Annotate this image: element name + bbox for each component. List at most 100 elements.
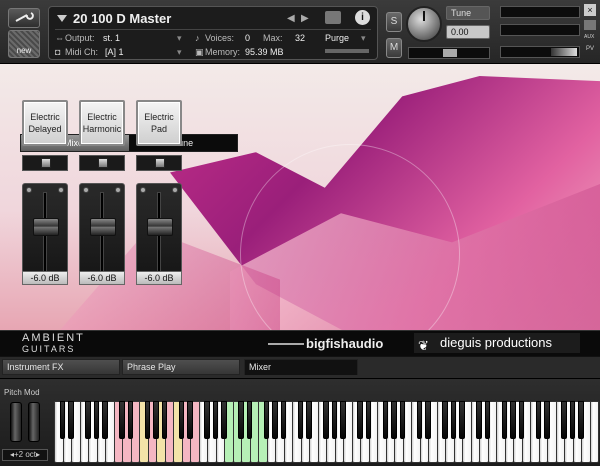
black-key[interactable] <box>518 401 525 439</box>
black-key[interactable] <box>476 401 482 439</box>
black-key[interactable] <box>212 401 219 439</box>
black-key[interactable] <box>399 401 406 439</box>
black-key[interactable] <box>178 401 185 439</box>
black-key[interactable] <box>340 401 346 439</box>
black-key[interactable] <box>569 401 576 439</box>
pitch-wheel[interactable] <box>10 402 22 442</box>
black-key[interactable] <box>331 401 338 439</box>
piano-keyboard[interactable] <box>54 401 599 463</box>
black-key[interactable] <box>204 401 210 439</box>
fader-electric-harmonic[interactable] <box>79 183 125 285</box>
volume-readout[interactable]: -6.0 dB <box>136 271 182 285</box>
pan-slider[interactable] <box>408 47 490 59</box>
mod-wheel[interactable] <box>28 402 40 442</box>
black-key[interactable] <box>544 401 550 439</box>
black-key[interactable] <box>238 401 244 439</box>
instrument-name[interactable]: 20 100 D Master <box>73 11 171 26</box>
tab-phrase-play[interactable]: Phrase Play <box>122 359 240 375</box>
black-key[interactable] <box>561 401 567 439</box>
tab-instrument-fx[interactable]: Instrument FX <box>2 359 120 375</box>
instrument-header: new 20 100 D Master ◀ ▶ i ⇔ Output: st. … <box>0 0 600 64</box>
black-key[interactable] <box>153 401 159 439</box>
output-value[interactable]: st. 1 <box>103 33 120 43</box>
minimize-icon[interactable] <box>584 20 596 30</box>
prev-instrument-icon[interactable]: ◀ <box>287 13 295 24</box>
pan-knob-electric-delayed[interactable] <box>22 155 68 171</box>
channel-button-electric-harmonic[interactable]: Electric Harmonic <box>79 100 125 146</box>
black-key[interactable] <box>187 401 193 439</box>
black-key[interactable] <box>391 401 397 439</box>
black-key[interactable] <box>535 401 542 439</box>
screw-icon <box>115 187 121 193</box>
black-key[interactable] <box>161 401 168 439</box>
fader-handle[interactable] <box>90 218 116 236</box>
pan-knob-electric-pad[interactable] <box>136 155 182 171</box>
black-key[interactable] <box>246 401 253 439</box>
mute-button[interactable]: M <box>386 38 402 58</box>
channel-name-line: Delayed <box>28 124 62 134</box>
black-key[interactable] <box>102 401 108 439</box>
black-key[interactable] <box>442 401 448 439</box>
black-key[interactable] <box>365 401 372 439</box>
black-key[interactable] <box>382 401 389 439</box>
pitch-mod-label: Pitch Mod <box>4 388 40 397</box>
fader-electric-pad[interactable] <box>136 183 182 285</box>
new-button[interactable]: new <box>8 30 40 58</box>
info-icon[interactable]: i <box>355 10 370 25</box>
pv-button[interactable]: PV <box>586 46 594 52</box>
pan-knob-electric-harmonic[interactable] <box>79 155 125 171</box>
black-key[interactable] <box>459 401 465 439</box>
black-key[interactable] <box>272 401 278 439</box>
black-key[interactable] <box>85 401 91 439</box>
volume-readout[interactable]: -6.0 dB <box>22 271 68 285</box>
black-key[interactable] <box>93 401 100 439</box>
black-key[interactable] <box>306 401 312 439</box>
black-key[interactable] <box>578 401 584 439</box>
collapse-triangle-icon[interactable] <box>57 15 67 22</box>
black-key[interactable] <box>501 401 508 439</box>
black-key[interactable] <box>127 401 134 439</box>
solo-button[interactable]: S <box>386 12 402 32</box>
fader-electric-delayed[interactable] <box>22 183 68 285</box>
branding-bar: AMBIENT GUITARS bigfishaudio ❦ dieguis p… <box>0 330 600 356</box>
channel-button-electric-delayed[interactable]: Electric Delayed <box>22 100 68 146</box>
volume-slider[interactable] <box>500 46 580 58</box>
aux-button[interactable]: AUX <box>584 34 594 40</box>
close-icon[interactable]: × <box>584 4 596 16</box>
black-key[interactable] <box>357 401 363 439</box>
black-key[interactable] <box>144 401 151 439</box>
black-key[interactable] <box>280 401 287 439</box>
volume-readout[interactable]: -6.0 dB <box>79 271 125 285</box>
camera-icon[interactable] <box>325 11 341 24</box>
tab-mixer-page[interactable]: Mixer <box>244 359 358 375</box>
fader-handle[interactable] <box>33 218 59 236</box>
black-key[interactable] <box>68 401 74 439</box>
black-key[interactable] <box>323 401 329 439</box>
black-key[interactable] <box>119 401 125 439</box>
midi-dropdown-icon[interactable]: ▾ <box>177 47 182 58</box>
purge-dropdown-icon[interactable]: ▾ <box>361 33 366 44</box>
fader-handle[interactable] <box>147 218 173 236</box>
black-key[interactable] <box>425 401 431 439</box>
octave-up-icon[interactable]: ▸ <box>36 450 40 459</box>
channel-button-electric-pad[interactable]: Electric Pad <box>136 100 182 146</box>
output-dropdown-icon[interactable]: ▾ <box>177 33 182 44</box>
max-voices-value[interactable]: 32 <box>295 33 305 43</box>
black-key[interactable] <box>59 401 66 439</box>
performance-view: Mixer Tune Electric Delayed -6.0 dB Elect… <box>0 64 600 330</box>
black-key[interactable] <box>263 401 270 439</box>
black-key[interactable] <box>221 401 227 439</box>
black-key[interactable] <box>510 401 516 439</box>
black-key[interactable] <box>416 401 423 439</box>
white-key[interactable] <box>589 401 599 463</box>
black-key[interactable] <box>484 401 491 439</box>
purge-menu[interactable]: Purge <box>325 33 349 43</box>
next-instrument-icon[interactable]: ▶ <box>301 13 309 24</box>
wrench-button[interactable] <box>8 8 40 28</box>
black-key[interactable] <box>450 401 457 439</box>
midi-channel-value[interactable]: [A] 1 <box>105 47 124 57</box>
tune-knob[interactable] <box>406 6 442 42</box>
tune-value[interactable]: 0.00 <box>446 25 490 39</box>
octave-shift-control[interactable]: ◂+2 oct▸ <box>2 449 48 461</box>
black-key[interactable] <box>297 401 304 439</box>
